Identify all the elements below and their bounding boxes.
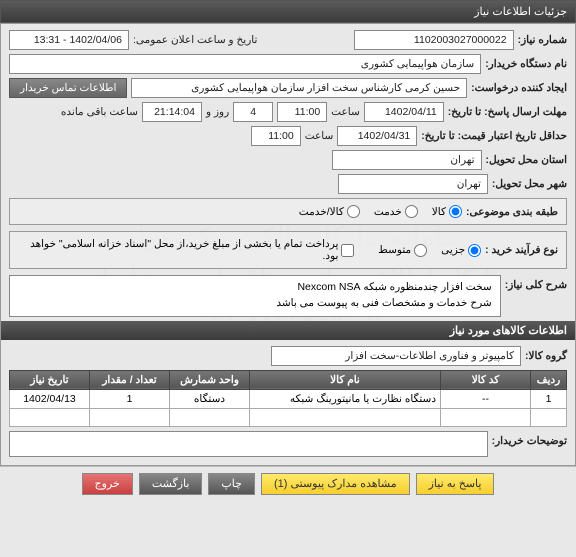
requester-value: حسین کرمی کارشناس سخت افزار سازمان هواپی… bbox=[131, 78, 467, 98]
radio-khedmat[interactable]: خدمت bbox=[374, 205, 418, 218]
window-title-bar: جزئیات اطلاعات نیاز bbox=[0, 0, 576, 23]
group-label: گروه کالا: bbox=[525, 350, 567, 362]
radio-partial-label: جزیی bbox=[441, 244, 465, 256]
table-row-empty bbox=[10, 408, 567, 426]
overview-label: شرح کلی نیاز: bbox=[505, 275, 567, 291]
table-header-row: ردیف کد کالا نام کالا واحد شمارش تعداد /… bbox=[10, 370, 567, 389]
exit-button[interactable]: خروج bbox=[82, 473, 133, 495]
exec-city-value: تهران bbox=[332, 150, 482, 170]
validity-time: 11:00 bbox=[251, 126, 301, 146]
days-label: روز و bbox=[206, 106, 229, 118]
radio-khedmat-label: خدمت bbox=[374, 206, 402, 218]
radio-medium-input[interactable] bbox=[414, 244, 427, 257]
cell-code: -- bbox=[441, 389, 531, 408]
classification-fieldset: طبقه بندی موضوعی: کالا خدمت کالا/خدمت bbox=[9, 198, 567, 225]
announce-label: تاریخ و ساعت اعلان عمومی: bbox=[133, 34, 257, 46]
validity-date: 1402/04/31 bbox=[337, 126, 417, 146]
radio-partial[interactable]: جزیی bbox=[441, 244, 481, 257]
contact-info-button[interactable]: اطلاعات تماس خریدار bbox=[9, 78, 127, 98]
overview-line2: شرح خدمات و مشخصات فنی به پیوست می باشد bbox=[18, 296, 492, 312]
deliver-city-value: تهران bbox=[338, 174, 488, 194]
window-title: جزئیات اطلاعات نیاز bbox=[474, 6, 567, 18]
attachments-button[interactable]: مشاهده مدارک پیوستی (1) bbox=[261, 473, 410, 495]
print-button[interactable]: چاپ bbox=[208, 473, 255, 495]
deadline-date: 1402/04/11 bbox=[364, 102, 444, 122]
deliver-city-label: شهر محل تحویل: bbox=[492, 178, 567, 190]
th-idx: ردیف bbox=[531, 370, 567, 389]
treasury-checkbox-label: پرداخت تمام یا بخشی از مبلغ خرید،از محل … bbox=[18, 238, 338, 262]
deadline-time: 11:00 bbox=[277, 102, 327, 122]
treasury-checkbox[interactable]: پرداخت تمام یا بخشی از مبلغ خرید،از محل … bbox=[18, 238, 354, 262]
deadline-label: مهلت ارسال پاسخ: تا تاریخ: bbox=[448, 106, 567, 118]
remaining-label: ساعت باقی مانده bbox=[61, 106, 138, 118]
cell-date: 1402/04/13 bbox=[10, 389, 90, 408]
need-no-label: شماره نیاز: bbox=[518, 34, 567, 46]
th-date: تاریخ نیاز bbox=[10, 370, 90, 389]
time-label-1: ساعت bbox=[331, 106, 360, 118]
process-label: نوع فرآیند خرید : bbox=[485, 244, 558, 256]
group-value: کامپیوتر و فناوری اطلاعات-سخت افزار bbox=[271, 346, 521, 366]
treasury-checkbox-input[interactable] bbox=[341, 244, 354, 257]
overview-box: سخت افزار چندمنظوره شبکه Nexcom NSA شرح … bbox=[9, 275, 501, 317]
radio-kala-label: کالا bbox=[432, 206, 446, 218]
radio-medium[interactable]: متوسط bbox=[378, 244, 427, 257]
radio-partial-input[interactable] bbox=[468, 244, 481, 257]
overview-line1: سخت افزار چندمنظوره شبکه Nexcom NSA bbox=[18, 280, 492, 296]
classify-label: طبقه بندی موضوعی: bbox=[466, 206, 558, 218]
th-name: نام کالا bbox=[250, 370, 441, 389]
days-value: 4 bbox=[233, 102, 273, 122]
th-qty: تعداد / مقدار bbox=[90, 370, 170, 389]
radio-kala-khedmat[interactable]: کالا/خدمت bbox=[299, 205, 360, 218]
back-button[interactable]: بازگشت bbox=[139, 473, 203, 495]
need-no-value: 1102003027000022 bbox=[354, 30, 514, 50]
radio-kala-khedmat-input[interactable] bbox=[347, 205, 360, 218]
validity-label: حداقل تاریخ اعتبار قیمت: تا تاریخ: bbox=[421, 130, 567, 142]
radio-kala[interactable]: کالا bbox=[432, 205, 462, 218]
radio-khedmat-input[interactable] bbox=[405, 205, 418, 218]
cell-name: دستگاه نظارت یا مانیتورینگ شبکه bbox=[250, 389, 441, 408]
process-fieldset: نوع فرآیند خرید : جزیی متوسط پرداخت تمام… bbox=[9, 231, 567, 269]
table-row[interactable]: 1 -- دستگاه نظارت یا مانیتورینگ شبکه دست… bbox=[10, 389, 567, 408]
buyer-notes-box bbox=[9, 431, 488, 457]
time-label-2: ساعت bbox=[305, 130, 334, 142]
requester-label: ایجاد کننده درخواست: bbox=[471, 82, 567, 94]
announce-value: 1402/04/06 - 13:31 bbox=[9, 30, 129, 50]
exec-city-label: استان محل تحویل: bbox=[486, 154, 567, 166]
buyer-label: نام دستگاه خریدار: bbox=[485, 58, 567, 70]
cell-unit: دستگاه bbox=[170, 389, 250, 408]
th-unit: واحد شمارش bbox=[170, 370, 250, 389]
buyer-value: سازمان هواپیمایی کشوری bbox=[9, 54, 481, 74]
cell-idx: 1 bbox=[531, 389, 567, 408]
footer-bar: پاسخ به نیاز مشاهده مدارک پیوستی (1) چاپ… bbox=[0, 466, 576, 497]
buyer-notes-label: توضیحات خریدار: bbox=[492, 431, 567, 447]
cell-qty: 1 bbox=[90, 389, 170, 408]
respond-button[interactable]: پاسخ به نیاز bbox=[416, 473, 495, 495]
goods-section-bar: اطلاعات کالاهای مورد نیاز bbox=[1, 321, 575, 340]
goods-table: ردیف کد کالا نام کالا واحد شمارش تعداد /… bbox=[9, 370, 567, 427]
countdown: 21:14:04 bbox=[142, 102, 202, 122]
radio-kala-input[interactable] bbox=[449, 205, 462, 218]
radio-kala-khedmat-label: کالا/خدمت bbox=[299, 206, 344, 218]
th-code: کد کالا bbox=[441, 370, 531, 389]
radio-medium-label: متوسط bbox=[378, 244, 411, 256]
